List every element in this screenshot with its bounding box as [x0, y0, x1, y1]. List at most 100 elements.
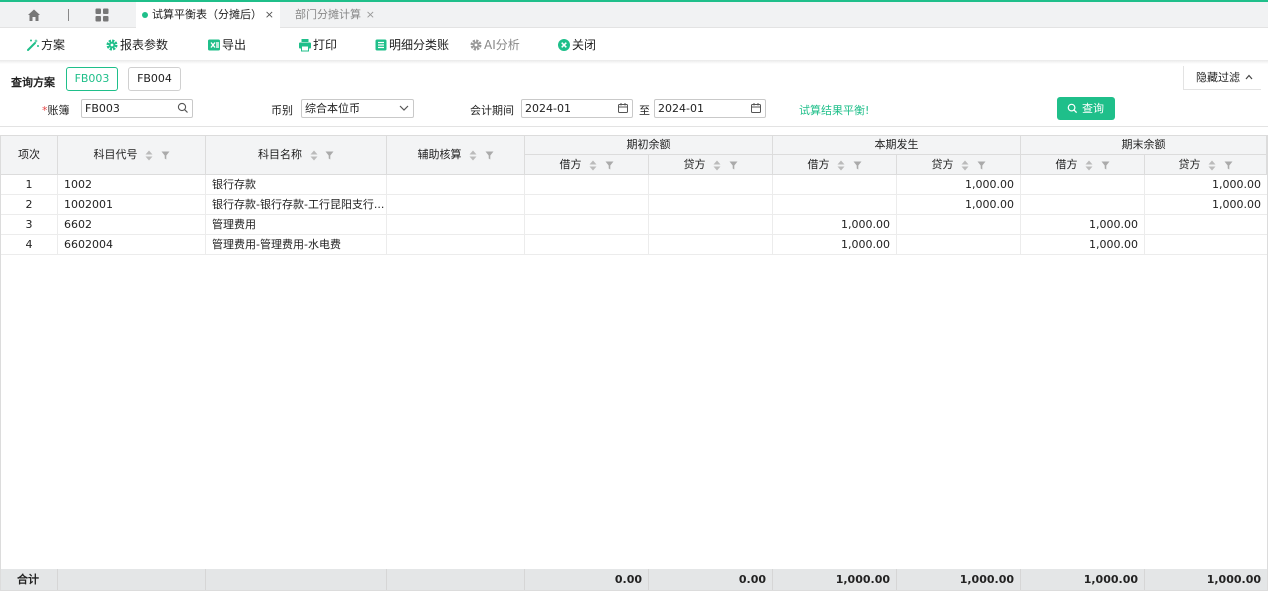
totals-row: 合计 0.00 0.00 1,000.00 1,000.00 1,000.00 …: [1, 569, 1267, 590]
tab-dept-allocation[interactable]: 部门分摊计算 ×: [283, 2, 381, 28]
cell-closing-credit: [1145, 235, 1267, 254]
scheme-fb003-button[interactable]: FB003: [66, 67, 118, 91]
totals-opening-debit: 0.00: [525, 569, 649, 590]
active-dot-icon: [142, 12, 148, 18]
header-aux[interactable]: 辅助核算: [387, 136, 525, 175]
close-circle-icon: [558, 39, 570, 51]
period-from-field[interactable]: 2024-01: [521, 99, 633, 118]
print-button[interactable]: 打印: [298, 37, 346, 53]
period-to-value: 2024-01: [658, 102, 704, 115]
header-debit-text: 借方: [559, 158, 582, 171]
header-name-text: 科目名称: [258, 148, 302, 161]
ledger-field[interactable]: FB003: [81, 99, 193, 118]
cell-current-debit: [773, 195, 897, 214]
sort-icon[interactable]: [145, 150, 153, 161]
cell-current-credit: 1,000.00: [897, 195, 1021, 214]
search-icon: [1067, 103, 1078, 114]
header-current-debit[interactable]: 借方: [773, 155, 897, 175]
sort-icon[interactable]: [469, 150, 477, 161]
totals-opening-credit: 0.00: [649, 569, 773, 590]
table-row[interactable]: 3 6602 管理费用 1,000.00 1,000.00: [1, 215, 1267, 235]
totals-closing-debit: 1,000.00: [1021, 569, 1145, 590]
filter-icon[interactable]: [485, 151, 494, 160]
sort-icon[interactable]: [837, 160, 845, 171]
totals-current-credit: 1,000.00: [897, 569, 1021, 590]
header-closing-text: 期末余额: [1121, 138, 1166, 151]
cell-opening-debit: [525, 215, 649, 234]
report-params-button[interactable]: 报表参数: [105, 37, 175, 53]
hide-filter-toggle[interactable]: 隐藏过滤: [1183, 66, 1261, 90]
cell-aux: [387, 235, 525, 254]
filter-icon[interactable]: [853, 161, 862, 170]
header-code-text: 科目代号: [93, 148, 138, 161]
totals-code-empty: [58, 569, 206, 590]
detail-ledger-button[interactable]: 明细分类账: [374, 37, 454, 53]
cell-code: 1002001: [58, 195, 206, 214]
cell-closing-debit: [1021, 175, 1145, 194]
filter-icon[interactable]: [1101, 161, 1110, 170]
cell-aux: [387, 215, 525, 234]
search-icon[interactable]: [177, 102, 189, 114]
scheme-label: 方案: [41, 38, 66, 52]
table-row[interactable]: 2 1002001 银行存款-银行存款-工行昆阳支行... 1,000.00 1…: [1, 195, 1267, 215]
scheme-fb004-button[interactable]: FB004: [128, 67, 181, 91]
close-label: 关闭: [572, 38, 597, 52]
sort-icon[interactable]: [589, 160, 597, 171]
calendar-icon[interactable]: [617, 102, 629, 114]
filter-icon[interactable]: [977, 161, 986, 170]
filter-icon[interactable]: [605, 161, 614, 170]
tab-bar: 试算平衡表（分摊后） × 部门分摊计算 ×: [0, 0, 1268, 28]
scheme-button[interactable]: 方案: [26, 37, 74, 53]
filter-icon[interactable]: [729, 161, 738, 170]
header-code[interactable]: 科目代号: [58, 136, 206, 175]
table-row[interactable]: 4 6602004 管理费用-管理费用-水电费 1,000.00 1,000.0…: [1, 235, 1267, 255]
cell-index: 4: [1, 235, 58, 254]
detail-ledger-label: 明细分类账: [389, 38, 450, 52]
grid-menu-icon[interactable]: [94, 7, 110, 23]
query-divider: [0, 126, 1268, 127]
sort-icon[interactable]: [713, 160, 721, 171]
cell-name: 银行存款: [206, 175, 387, 194]
cell-name: 管理费用: [206, 215, 387, 234]
sort-icon[interactable]: [1208, 160, 1216, 171]
print-label: 打印: [313, 38, 338, 52]
header-opening-debit[interactable]: 借方: [525, 155, 649, 175]
query-button[interactable]: 查询: [1057, 97, 1115, 120]
close-icon[interactable]: ×: [265, 2, 274, 28]
cell-aux: [387, 175, 525, 194]
tab-trial-balance[interactable]: 试算平衡表（分摊后） ×: [136, 2, 280, 28]
home-icon[interactable]: [26, 7, 42, 23]
cell-closing-credit: [1145, 215, 1267, 234]
header-opening-balance: 期初余额: [525, 136, 773, 155]
currency-label: 币别: [271, 104, 293, 117]
sort-icon[interactable]: [1085, 160, 1093, 171]
close-icon[interactable]: ×: [366, 2, 375, 28]
filter-icon[interactable]: [161, 151, 170, 160]
export-button[interactable]: 导出: [207, 37, 255, 53]
sort-icon[interactable]: [961, 160, 969, 171]
cell-closing-debit: 1,000.00: [1021, 235, 1145, 254]
header-current-period: 本期发生: [773, 136, 1021, 155]
totals-closing-credit: 1,000.00: [1206, 573, 1261, 586]
table-row[interactable]: 1 1002 银行存款 1,000.00 1,000.00: [1, 175, 1267, 195]
ledger-value: FB003: [85, 102, 120, 115]
filter-icon[interactable]: [1224, 161, 1233, 170]
calendar-icon[interactable]: [750, 102, 762, 114]
cell-name: 管理费用-管理费用-水电费: [206, 235, 387, 254]
header-credit-text: 贷方: [931, 158, 954, 171]
header-closing-debit[interactable]: 借方: [1021, 155, 1145, 175]
period-to-field[interactable]: 2024-01: [654, 99, 766, 118]
toolbar-shadow: [0, 60, 1268, 64]
filter-icon[interactable]: [325, 151, 334, 160]
header-name[interactable]: 科目名称: [206, 136, 387, 175]
close-page-button[interactable]: 关闭: [557, 37, 605, 53]
ai-analysis-button[interactable]: AI分析: [469, 37, 529, 53]
currency-select[interactable]: 综合本位币: [301, 99, 414, 118]
cell-closing-debit: [1021, 195, 1145, 214]
header-opening-credit[interactable]: 贷方: [649, 155, 773, 175]
cell-name: 银行存款-银行存款-工行昆阳支行...: [206, 195, 387, 214]
sort-icon[interactable]: [310, 150, 318, 161]
header-current-credit[interactable]: 贷方: [897, 155, 1021, 175]
header-closing-credit[interactable]: 贷方: [1145, 155, 1267, 175]
cell-code: 1002: [58, 175, 206, 194]
